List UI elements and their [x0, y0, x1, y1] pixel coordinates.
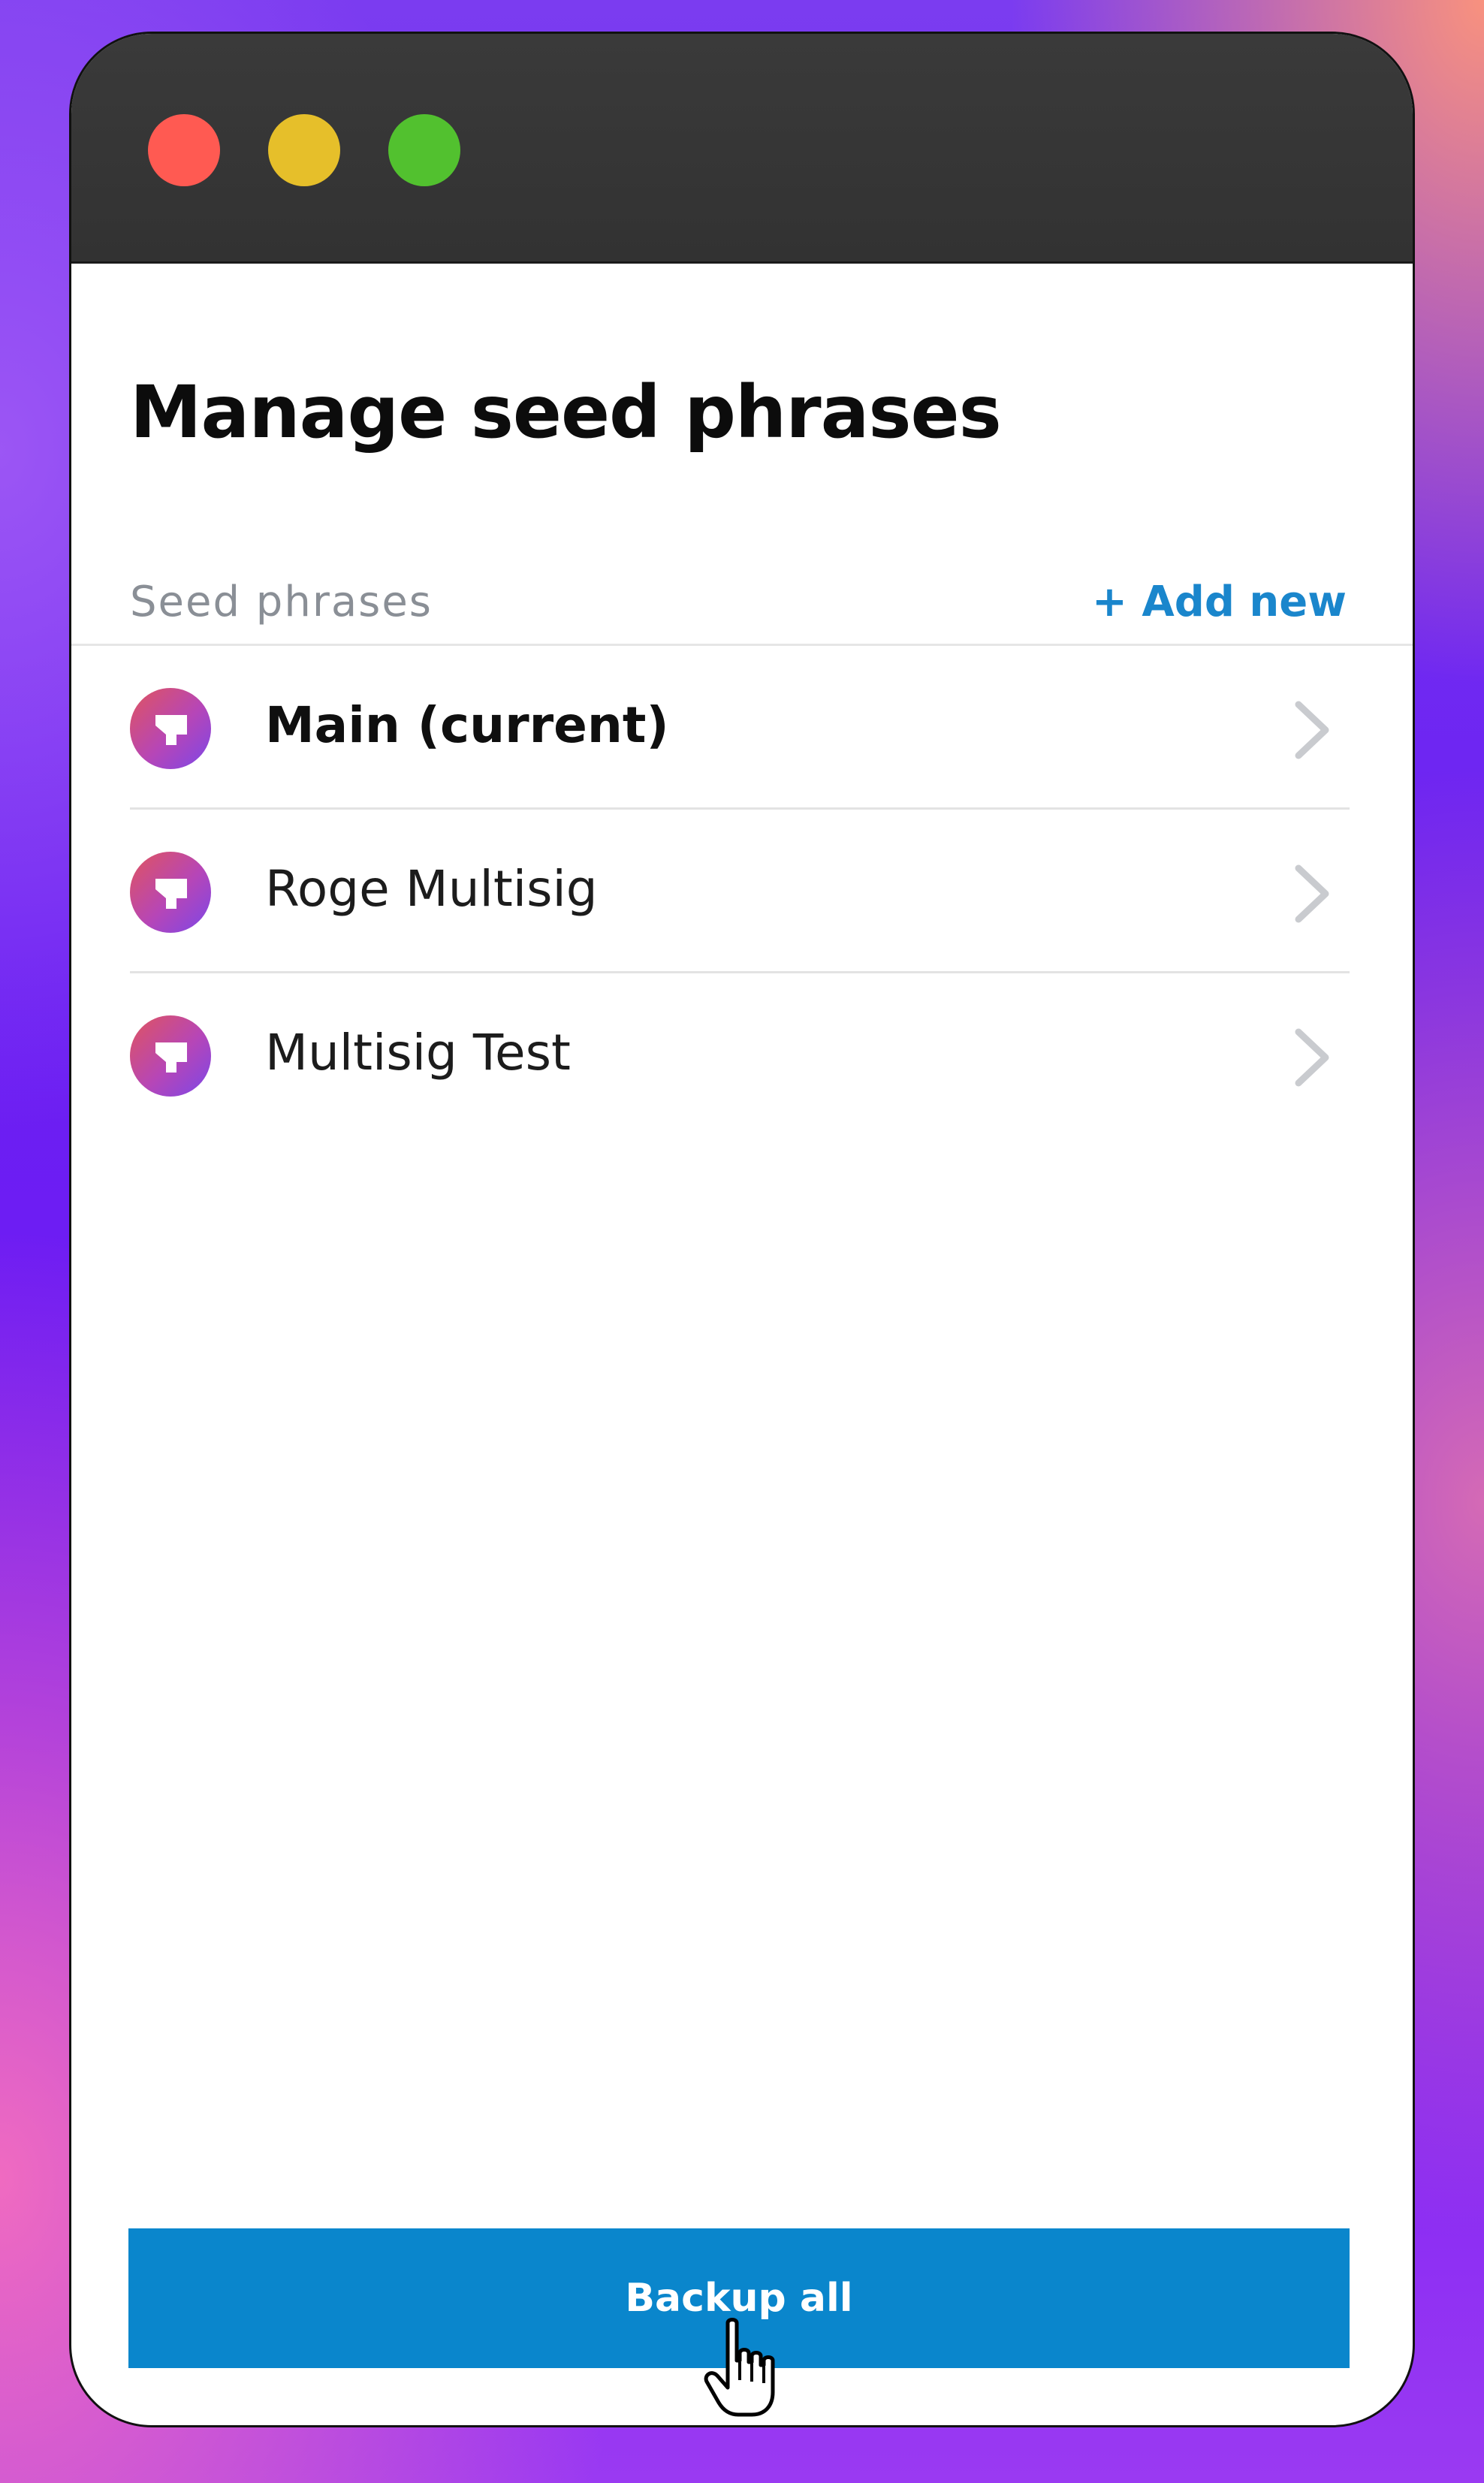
add-new-link[interactable]: + Add new: [1092, 578, 1347, 626]
seed-phrase-item-main[interactable]: Main (current): [130, 646, 1350, 810]
hand-pointer-cursor-icon: [704, 2318, 775, 2417]
seed-phrase-label: Main (current): [265, 696, 669, 754]
seed-phrase-icon: [130, 1015, 211, 1097]
page-title: Manage seed phrases: [130, 370, 1002, 454]
seed-phrases-section-header: Seed phrases + Add new: [71, 557, 1413, 632]
app-window: Manage seed phrases Seed phrases + Add n…: [69, 32, 1415, 2427]
chevron-right-icon: [1295, 701, 1329, 759]
main-content: Manage seed phrases Seed phrases + Add n…: [71, 264, 1413, 2425]
seed-phrase-item-roge-multisig[interactable]: Roge Multisig: [130, 810, 1350, 973]
section-label: Seed phrases: [130, 578, 433, 626]
seed-phrase-label: Multisig Test: [265, 1024, 571, 1082]
chevron-right-icon: [1295, 1028, 1329, 1087]
seed-phrase-list: Main (current) Roge Multisig Multisig Te…: [130, 646, 1350, 1137]
seed-phrase-item-multisig-test[interactable]: Multisig Test: [130, 973, 1350, 1137]
close-window-button[interactable]: [148, 114, 220, 186]
title-bar: [71, 34, 1413, 264]
seed-phrase-label: Roge Multisig: [265, 860, 598, 918]
maximize-window-button[interactable]: [388, 114, 460, 186]
minimize-window-button[interactable]: [268, 114, 340, 186]
chevron-right-icon: [1295, 864, 1329, 923]
seed-phrase-icon: [130, 852, 211, 933]
seed-phrase-icon: [130, 688, 211, 769]
